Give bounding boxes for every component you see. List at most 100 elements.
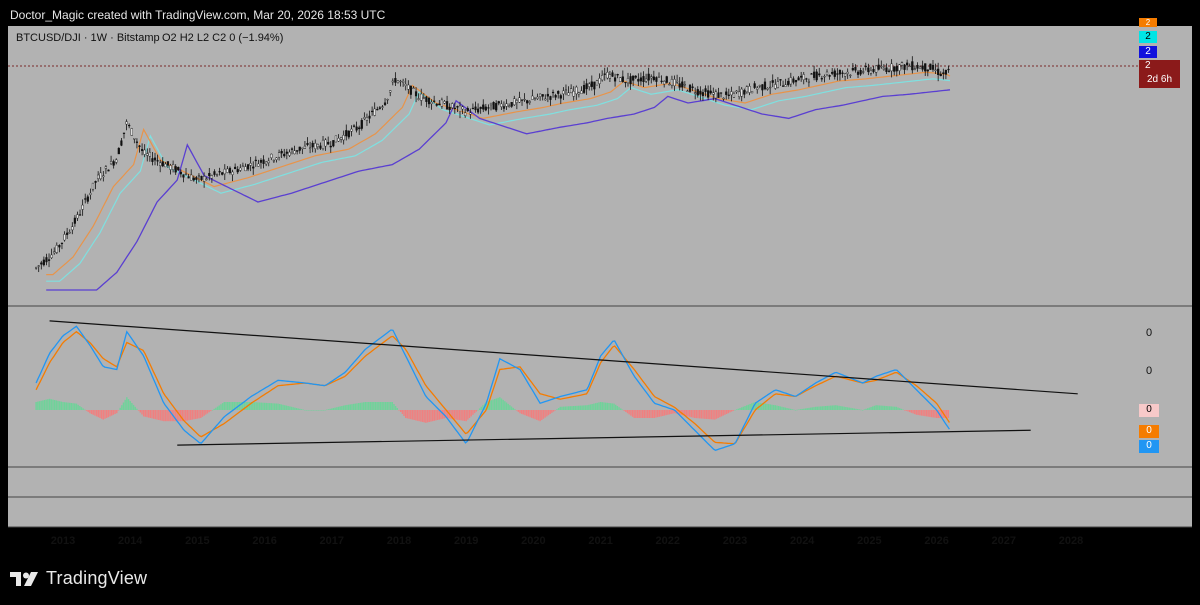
price-candle bbox=[502, 106, 506, 109]
histogram-bar bbox=[729, 410, 731, 413]
histogram-bar bbox=[376, 402, 378, 410]
histogram-bar bbox=[109, 410, 111, 417]
price-candle bbox=[244, 166, 247, 172]
price-candle bbox=[203, 176, 206, 182]
histogram-bar bbox=[888, 406, 891, 410]
histogram-bar bbox=[151, 410, 153, 419]
price-candle bbox=[660, 80, 663, 82]
histogram-bar bbox=[626, 410, 629, 414]
histogram-bar bbox=[494, 399, 496, 410]
tradingview-logo[interactable]: TradingView bbox=[10, 568, 147, 589]
price-candle bbox=[792, 78, 795, 83]
histogram-bar bbox=[707, 410, 709, 420]
price-candle bbox=[916, 65, 919, 69]
price-candle bbox=[691, 86, 694, 88]
price-candle bbox=[613, 77, 617, 82]
price-candle bbox=[875, 65, 878, 73]
oscillator-blue-line[interactable] bbox=[35, 325, 950, 452]
histogram-bar bbox=[909, 410, 911, 413]
price-candle bbox=[794, 80, 798, 83]
price-candle bbox=[213, 171, 216, 175]
price-candle bbox=[637, 78, 640, 82]
histogram-bar bbox=[221, 403, 224, 410]
histogram-bar bbox=[635, 410, 637, 418]
histogram-bar bbox=[285, 405, 288, 410]
histogram-bar bbox=[645, 410, 647, 418]
histogram-bar bbox=[865, 408, 867, 410]
histogram-bar bbox=[772, 404, 775, 410]
price-candle bbox=[554, 95, 557, 98]
price-candle bbox=[146, 153, 149, 156]
price-candle bbox=[482, 104, 485, 110]
histogram-bar bbox=[85, 410, 88, 411]
price-tag-orange: 2 bbox=[1139, 18, 1157, 27]
price-candle bbox=[562, 90, 565, 95]
histogram-bar bbox=[495, 398, 498, 410]
histogram-bar bbox=[821, 406, 824, 410]
price-candle bbox=[448, 106, 451, 110]
histogram-bar bbox=[581, 405, 583, 410]
price-candle bbox=[91, 182, 95, 190]
histogram-bar bbox=[497, 397, 499, 410]
histogram-bar bbox=[43, 400, 46, 410]
histogram-bar bbox=[339, 406, 341, 410]
price-candle bbox=[495, 103, 498, 111]
histogram-bar bbox=[366, 402, 368, 410]
histogram-bar bbox=[562, 406, 565, 410]
histogram-bar bbox=[225, 402, 227, 410]
price-pane[interactable] bbox=[35, 56, 951, 291]
price-candle bbox=[652, 76, 655, 81]
price-candle bbox=[854, 67, 857, 71]
trendline-upper[interactable] bbox=[49, 320, 1078, 395]
histogram-bar bbox=[573, 406, 575, 410]
histogram-bar bbox=[890, 406, 892, 410]
histogram-bar bbox=[260, 402, 262, 410]
price-candle bbox=[844, 73, 847, 77]
trendline-lower[interactable] bbox=[177, 429, 1031, 446]
histogram-bar bbox=[727, 410, 729, 414]
histogram-bar bbox=[336, 407, 338, 410]
histogram-bar bbox=[601, 402, 603, 410]
histogram-bar bbox=[347, 404, 350, 410]
price-candle bbox=[505, 103, 508, 107]
price-candle bbox=[451, 103, 454, 109]
histogram-bar bbox=[144, 410, 147, 417]
price-candle bbox=[520, 99, 524, 101]
ma-purple-line[interactable] bbox=[46, 89, 951, 291]
legend-symbol[interactable]: BTCUSD/DJI · 1W · Bitstamp bbox=[16, 32, 160, 44]
histogram-bar bbox=[811, 407, 813, 410]
price-candle bbox=[701, 92, 705, 96]
chart-svg[interactable]: BTCUSD/DJI · 1W · Bitstamp O2 H2 L2 C2 0… bbox=[0, 0, 1200, 605]
price-candle bbox=[303, 145, 307, 149]
histogram-bar bbox=[374, 402, 377, 410]
histogram-bar bbox=[702, 410, 704, 419]
histogram-bar bbox=[546, 410, 548, 417]
price-candle bbox=[774, 84, 777, 89]
histogram-bar bbox=[282, 404, 284, 410]
ma-cyan-line[interactable] bbox=[46, 78, 951, 282]
price-candle bbox=[122, 132, 126, 134]
price-candle bbox=[508, 105, 511, 107]
price-candle bbox=[99, 172, 102, 179]
price-candle bbox=[340, 137, 343, 140]
price-candle bbox=[694, 92, 697, 94]
price-candle bbox=[676, 80, 679, 83]
histogram-bar bbox=[248, 402, 251, 410]
price-candle bbox=[699, 90, 702, 95]
histogram-bar bbox=[747, 404, 750, 410]
oscillator-orange-line[interactable] bbox=[35, 330, 950, 445]
price-candle bbox=[513, 98, 516, 106]
histogram-bar bbox=[142, 410, 145, 417]
price-candle bbox=[153, 157, 157, 161]
histogram-bar bbox=[77, 404, 79, 410]
price-candle bbox=[128, 124, 131, 127]
histogram-bar bbox=[421, 410, 424, 422]
price-candle bbox=[166, 161, 170, 166]
price-candle bbox=[360, 119, 363, 129]
histogram-bar bbox=[35, 402, 37, 410]
price-candle bbox=[435, 103, 438, 106]
oscillator-pane[interactable] bbox=[35, 320, 1078, 452]
histogram-bar bbox=[569, 406, 572, 410]
histogram-bar bbox=[477, 410, 479, 411]
price-candle bbox=[864, 65, 867, 68]
